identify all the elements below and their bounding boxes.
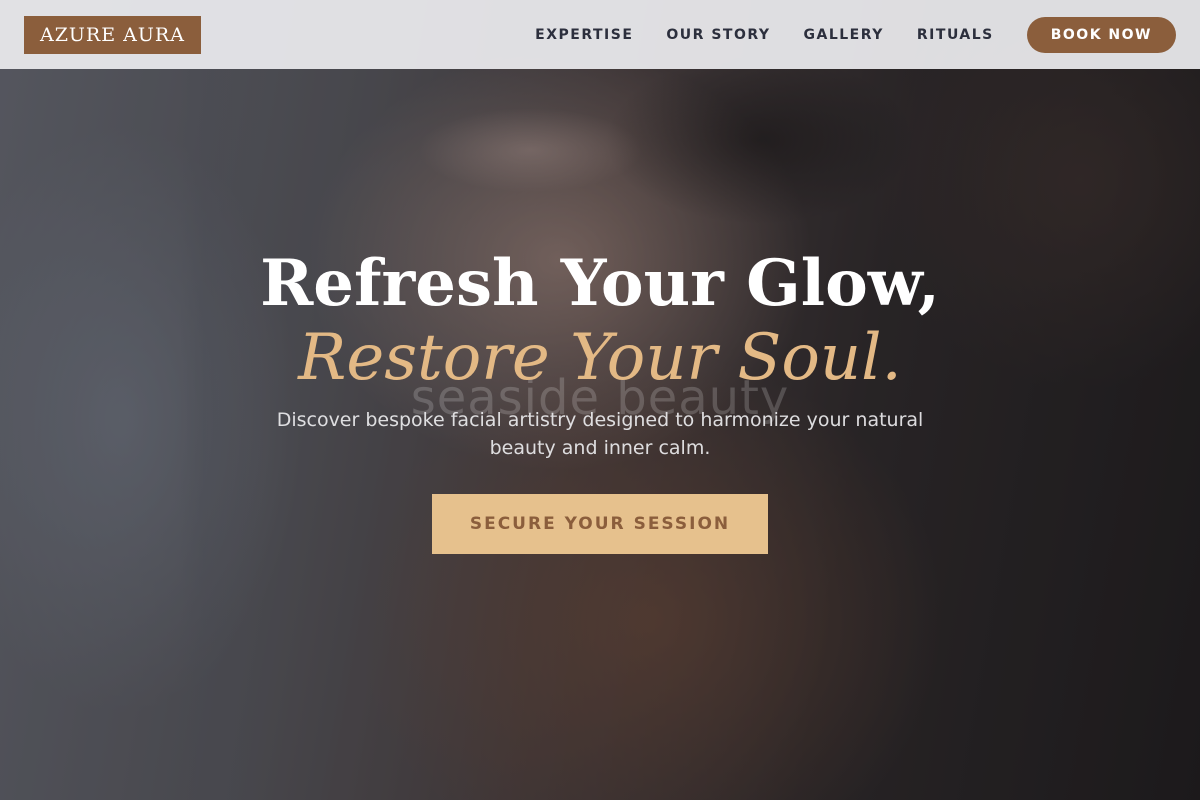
secure-session-button[interactable]: SECURE YOUR SESSION (432, 494, 768, 554)
hero-subtitle: Discover bespoke facial artistry designe… (276, 409, 924, 459)
nav-link-gallery[interactable]: GALLERY (804, 27, 884, 43)
site-header: AZURE AURA EXPERTISE OUR STORY GALLERY R… (0, 0, 1200, 69)
book-now-button[interactable]: BOOK NOW (1026, 16, 1176, 53)
logo[interactable]: AZURE AURA (24, 15, 201, 54)
nav-link-expertise[interactable]: EXPERTISE (535, 27, 633, 43)
main-nav: EXPERTISE OUR STORY GALLERY RITUALS BOOK… (502, 16, 1176, 53)
hero-title-accent: Restore Your Soul. (298, 321, 902, 395)
hero-title: Refresh Your Glow, (260, 246, 940, 321)
nav-link-rituals[interactable]: RITUALS (917, 27, 994, 43)
nav-link-our-story[interactable]: OUR STORY (666, 27, 770, 43)
